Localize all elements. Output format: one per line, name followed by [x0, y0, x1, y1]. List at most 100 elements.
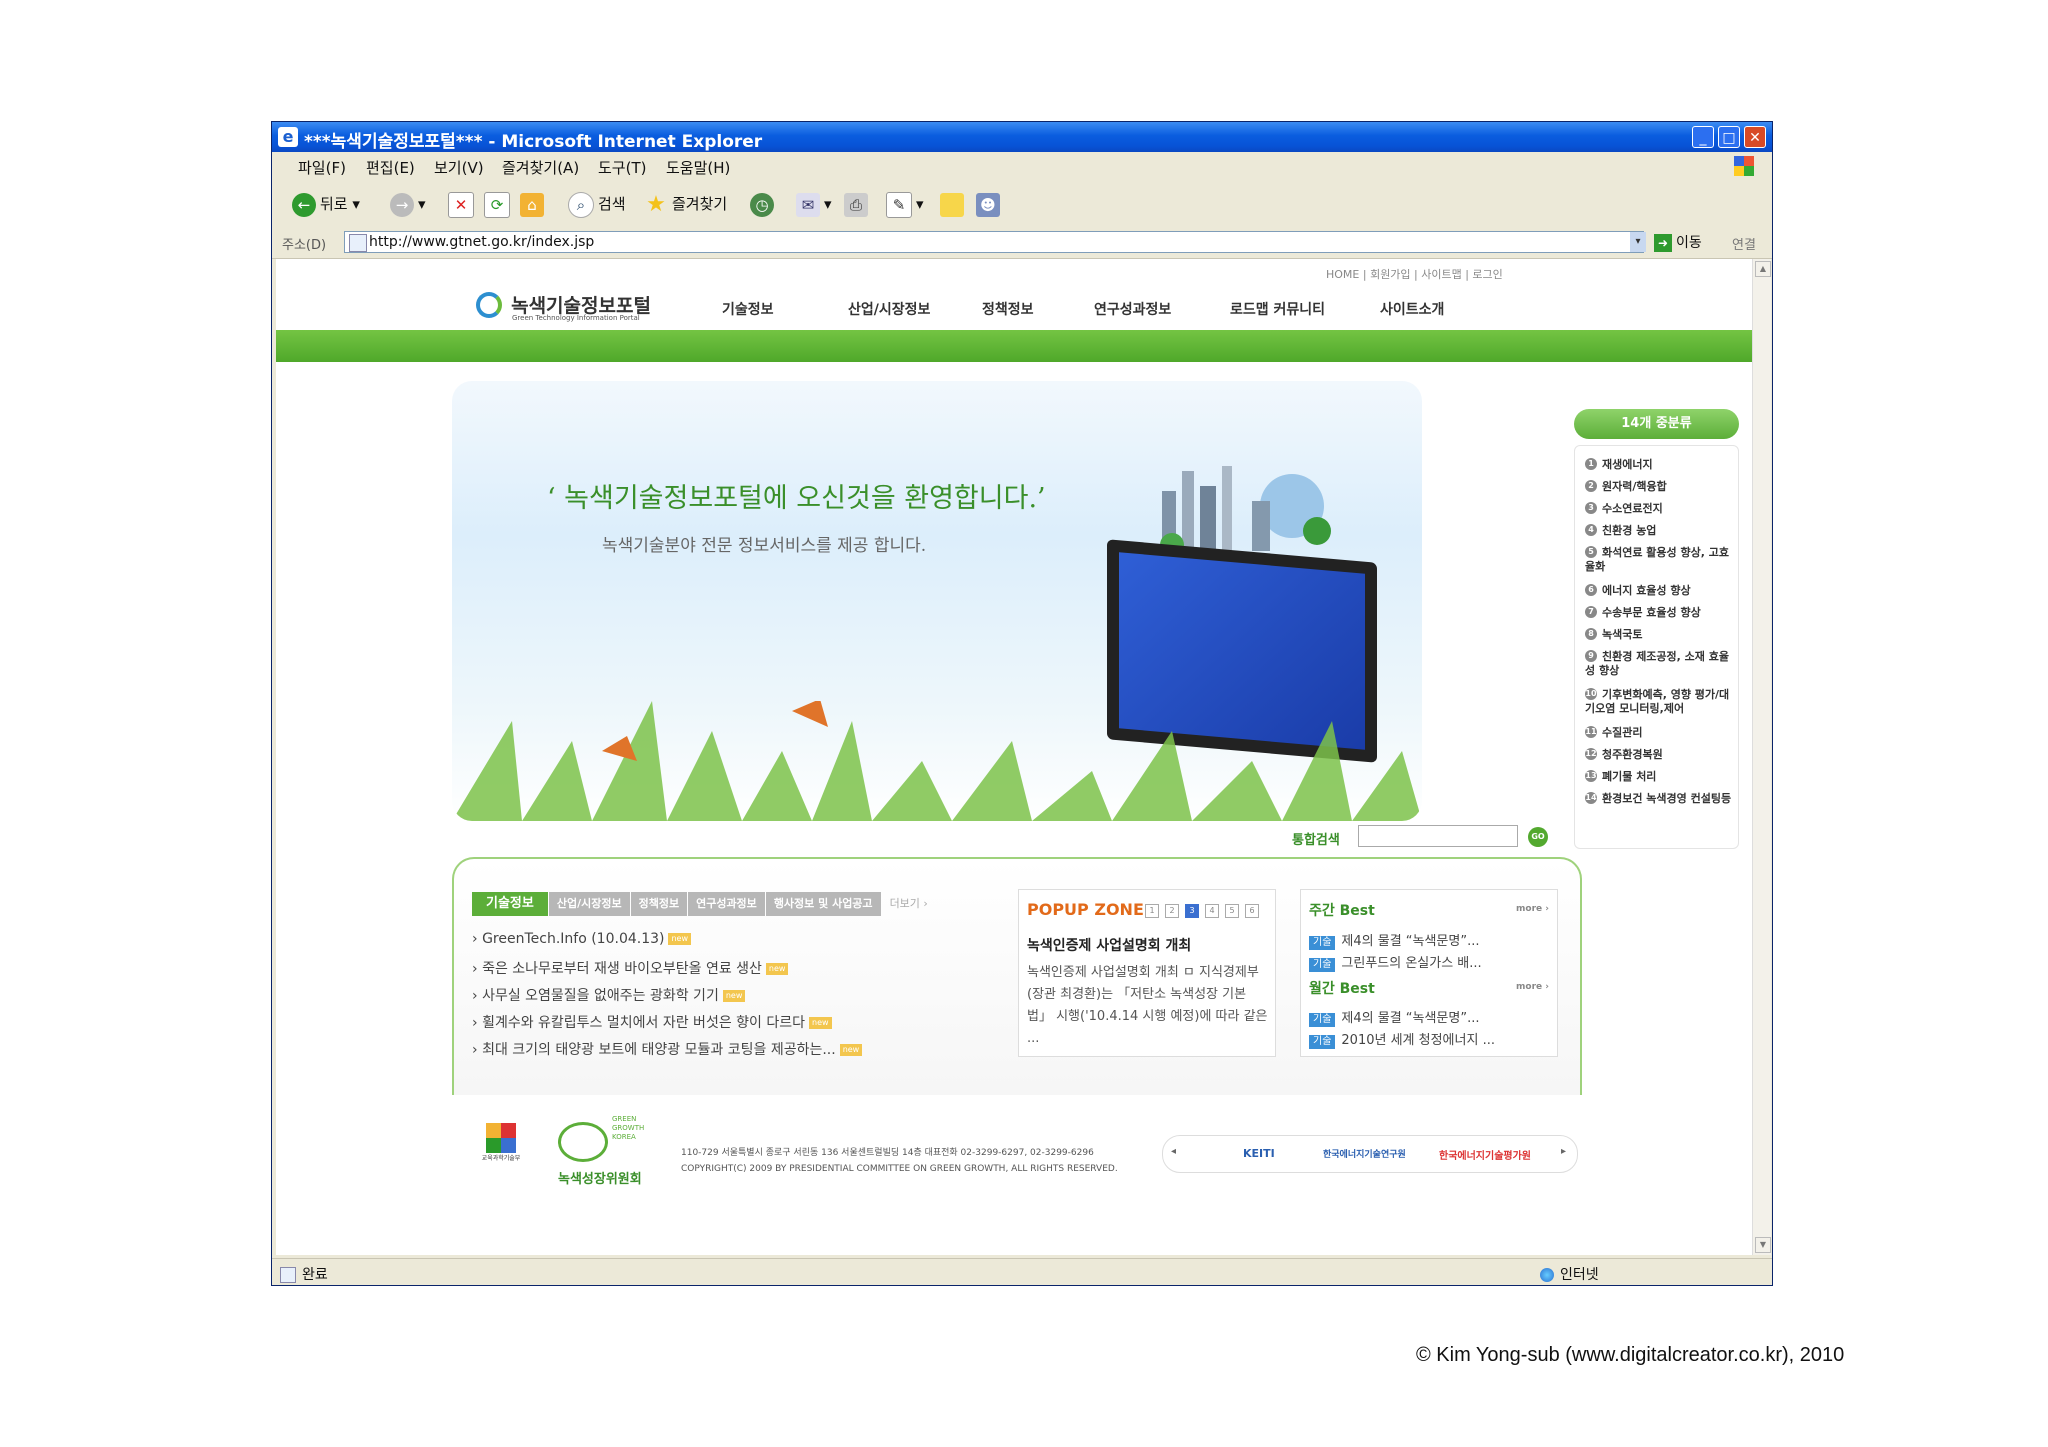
weekly-best-item[interactable]: 기술 그린푸드의 온실가스 배... — [1309, 952, 1482, 972]
monthly-best-item[interactable]: 기술 2010년 세계 청정에너지 ... — [1309, 1029, 1495, 1049]
popup-heading: POPUP ZONE — [1027, 900, 1144, 919]
monthly-best-heading: 월간 Best — [1309, 981, 1375, 997]
menu-edit[interactable]: 편집(E) — [366, 157, 415, 178]
category-item[interactable]: 3 수소연료전지 — [1585, 502, 1733, 516]
windows-flag-icon — [1734, 156, 1754, 176]
weekly-best-item[interactable]: 기술 제4의 물결 “녹색문명”... — [1309, 930, 1480, 950]
news-item[interactable]: › 죽은 소나무로부터 재생 바이오부탄올 연료 생산 new — [472, 958, 789, 978]
category-item[interactable]: 4 친환경 농업 — [1585, 524, 1733, 538]
category-item[interactable]: 13 폐기물 처리 — [1585, 770, 1733, 784]
popup-page-4[interactable]: 4 — [1205, 904, 1219, 918]
tab-policy[interactable]: 정책정보 — [630, 892, 688, 916]
partner-kier[interactable]: 한국에너지기술연구원 — [1323, 1147, 1406, 1160]
tab-research[interactable]: 연구성과정보 — [688, 892, 765, 916]
messenger-button[interactable]: ☻ — [976, 190, 1004, 218]
ministry-logo[interactable]: 교육과학기술부 — [476, 1123, 526, 1163]
go-button[interactable]: ➜ 이동 — [1654, 232, 1702, 252]
tab-industry-market[interactable]: 산업/시장정보 — [548, 892, 630, 916]
popup-title[interactable]: 녹색인증제 사업설명회 개최 — [1027, 935, 1191, 955]
stop-button[interactable]: ✕ — [448, 190, 478, 218]
search-button[interactable]: ⌕ 검색 — [568, 190, 626, 218]
nav-industry-market[interactable]: 산업/시장정보 — [848, 299, 930, 319]
scroll-down-icon[interactable]: ▼ — [1755, 1237, 1771, 1253]
category-item[interactable]: 11 수질관리 — [1585, 726, 1733, 740]
partner-ketep[interactable]: 한국에너지기술평가원 — [1439, 1147, 1531, 1162]
partner-prev-icon[interactable]: ◂ — [1171, 1146, 1176, 1157]
address-dropdown-icon[interactable]: ▾ — [1630, 232, 1646, 252]
popup-page-5[interactable]: 5 — [1225, 904, 1239, 918]
title-bar[interactable]: e ***녹색기술정보포털*** - Microsoft Internet Ex… — [272, 122, 1772, 152]
partner-keiti[interactable]: KEITI — [1243, 1147, 1275, 1160]
tab-tech-info[interactable]: 기술정보 — [472, 892, 548, 916]
window-title: ***녹색기술정보포털*** - Microsoft Internet Expl… — [304, 132, 763, 152]
category-item[interactable]: 1 재생에너지 — [1585, 458, 1733, 472]
edit-button[interactable]: ✎ ▾ — [886, 190, 924, 218]
category-item[interactable]: 7 수송부문 효율성 향상 — [1585, 606, 1733, 620]
home-button[interactable]: ⌂ — [520, 190, 548, 218]
notes-button[interactable] — [940, 190, 968, 218]
nav-policy[interactable]: 정책정보 — [982, 299, 1034, 319]
popup-page-3[interactable]: 3 — [1185, 904, 1199, 918]
popup-page-6[interactable]: 6 — [1245, 904, 1259, 918]
home-icon: ⌂ — [520, 192, 544, 217]
tech-tag: 기술 — [1309, 1035, 1336, 1049]
partner-next-icon[interactable]: ▸ — [1561, 1146, 1566, 1157]
menu-view[interactable]: 보기(V) — [434, 157, 484, 178]
nav-roadmap-community[interactable]: 로드맵 커뮤니티 — [1230, 299, 1325, 319]
site-logo[interactable]: 녹색기술정보포털 Green Technology Information Po… — [476, 291, 651, 322]
popup-page-1[interactable]: 1 — [1145, 904, 1159, 918]
forward-button[interactable]: → ▾ — [390, 190, 426, 218]
category-item[interactable]: 2 원자력/핵융합 — [1585, 480, 1733, 494]
back-button[interactable]: ← 뒤로 ▾ — [292, 190, 360, 218]
close-button[interactable]: ✕ — [1744, 126, 1766, 148]
top-links[interactable]: HOME | 회원가입 | 사이트맵 | 로그인 — [1326, 266, 1503, 282]
nav-site-intro[interactable]: 사이트소개 — [1380, 299, 1444, 319]
nav-research[interactable]: 연구성과정보 — [1094, 299, 1171, 319]
minimize-button[interactable]: _ — [1692, 126, 1714, 148]
address-bar: 주소(D) http://www.gtnet.go.kr/index.jsp ▾… — [272, 228, 1772, 259]
search-input[interactable] — [1358, 825, 1518, 847]
tab-more-link[interactable]: 더보기 › — [882, 892, 936, 916]
print-button[interactable]: ⎙ — [844, 190, 872, 218]
category-item[interactable]: 14 환경보건 녹색경영 컨설팅등 — [1585, 792, 1733, 806]
category-item[interactable]: 8 녹색국토 — [1585, 628, 1733, 642]
history-button[interactable]: ◷ — [750, 190, 778, 218]
category-item[interactable]: 6 에너지 효율성 향상 — [1585, 584, 1733, 598]
monthly-more-link[interactable]: more › — [1516, 982, 1549, 992]
category-item[interactable]: 9 친환경 제조공정, 소재 효율성 향상 — [1585, 650, 1733, 678]
menu-tools[interactable]: 도구(T) — [598, 157, 646, 178]
category-item[interactable]: 10 기후변화예측, 영향 평가/대기오염 모니터링,제어 — [1585, 688, 1733, 716]
vertical-scrollbar[interactable]: ▲ ▼ — [1752, 259, 1771, 1255]
maximize-button[interactable]: □ — [1718, 126, 1740, 148]
zone-indicator: 인터넷 — [1540, 1264, 1599, 1284]
tab-events[interactable]: 행사정보 및 사업공고 — [765, 892, 881, 916]
menu-favorites[interactable]: 즐겨찾기(A) — [502, 157, 579, 178]
nav-tech-info[interactable]: 기술정보 — [722, 299, 774, 319]
news-item[interactable]: › 최대 크기의 태양광 보트에 태양광 모듈과 코팅을 제공하는... new — [472, 1039, 863, 1059]
popup-body[interactable]: 녹색인증제 사업설명회 개최 ㅁ 지식경제부(장관 최경환)는 「저탄소 녹색성… — [1027, 962, 1269, 1050]
menu-file[interactable]: 파일(F) — [298, 157, 346, 178]
scroll-up-icon[interactable]: ▲ — [1755, 261, 1771, 277]
green-growth-logo[interactable]: GREEN GROWTH KOREA 녹색성장위원회 — [558, 1115, 668, 1195]
favorites-button[interactable]: ★ 즐겨찾기 — [644, 190, 727, 218]
news-item[interactable]: › GreenTech.Info (10.04.13) new — [472, 931, 692, 947]
news-item[interactable]: › 사무실 오염물질을 없애주는 광화학 기기 new — [472, 985, 746, 1005]
search-go-button[interactable]: GO — [1528, 827, 1548, 847]
ministry-logo-icon — [486, 1123, 516, 1153]
category-item[interactable]: 12 청주환경복원 — [1585, 748, 1733, 762]
menu-help[interactable]: 도움말(H) — [666, 157, 730, 178]
news-item[interactable]: › 휠계수와 유칼립투스 멀치에서 자란 버섯은 향이 다르다 new — [472, 1012, 832, 1032]
monthly-best-item[interactable]: 기술 제4의 물결 “녹색문명”... — [1309, 1007, 1480, 1027]
number-badge-icon: 2 — [1585, 480, 1597, 492]
grass-illustration — [452, 701, 1422, 821]
popup-page-2[interactable]: 2 — [1165, 904, 1179, 918]
refresh-button[interactable]: ⟳ — [484, 190, 514, 218]
page-icon — [349, 234, 367, 252]
links-label[interactable]: 연결 — [1732, 234, 1756, 253]
category-item[interactable]: 5 화석연료 활용성 향상, 고효율화 — [1585, 546, 1733, 574]
address-input[interactable]: http://www.gtnet.go.kr/index.jsp — [344, 231, 1644, 253]
number-badge-icon: 6 — [1585, 584, 1597, 596]
weekly-more-link[interactable]: more › — [1516, 904, 1549, 914]
tech-tag: 기술 — [1309, 1013, 1336, 1027]
mail-button[interactable]: ✉ ▾ — [796, 190, 832, 218]
